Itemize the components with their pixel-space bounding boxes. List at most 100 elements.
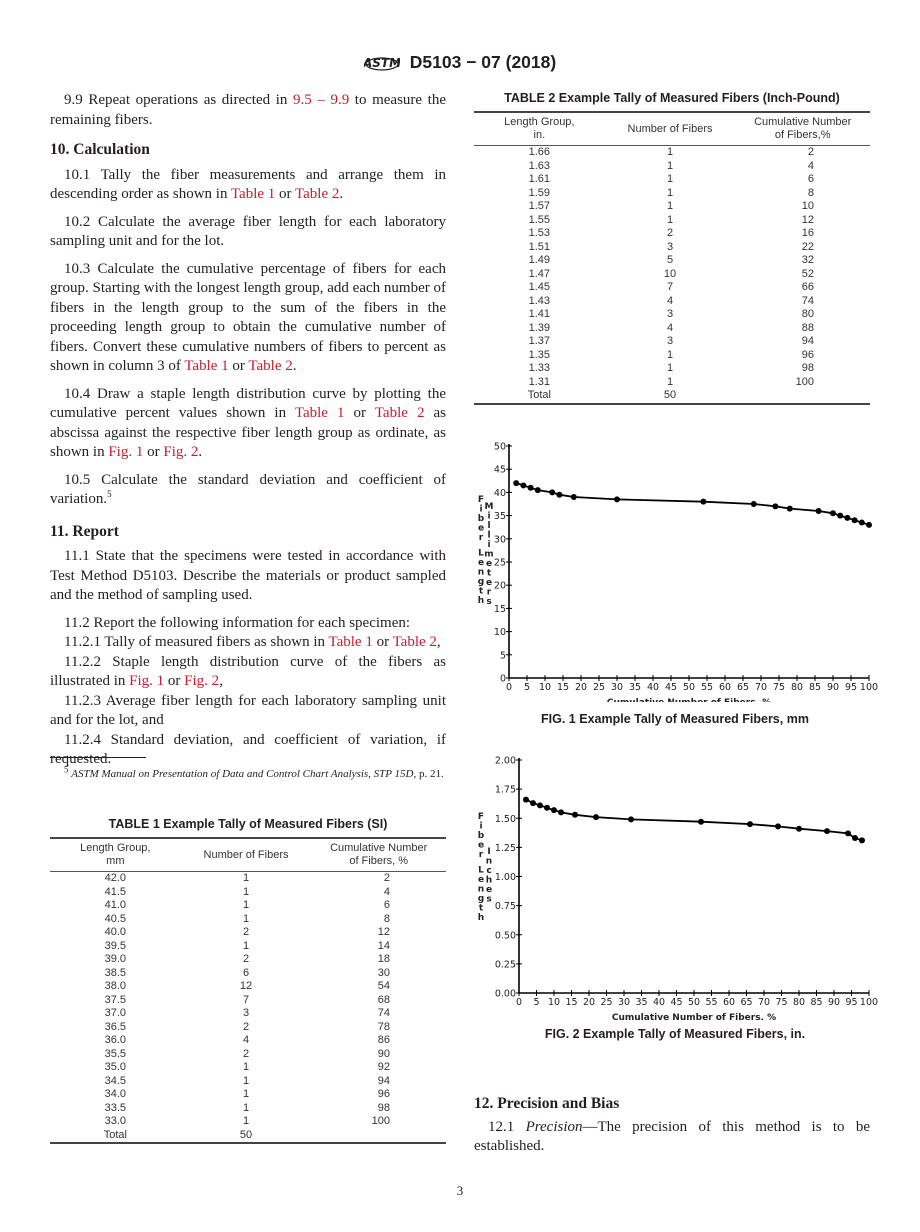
fig2-link[interactable]: Fig. 2 (163, 444, 198, 460)
data-point (523, 796, 529, 803)
paragraph-11-2-3: 11.2.3 Average fiber length for each lab… (50, 692, 446, 729)
length-group-cell: 36.5 (104, 1020, 127, 1033)
x-tick-label: 70 (758, 997, 770, 1008)
number-of-fibers-cell: 1 (242, 1061, 250, 1073)
table-row: 35.5 2 90 (50, 1048, 446, 1062)
number-of-fibers-cell: 2 (666, 227, 674, 239)
data-point (549, 489, 556, 496)
table2-link[interactable]: Table 2 (295, 186, 339, 202)
table2-link[interactable]: Table 2 (248, 358, 292, 374)
y-tick-label: 45 (494, 465, 506, 476)
x-tick-label: 40 (647, 682, 659, 693)
x-tick-label: 70 (755, 682, 767, 693)
cumulative-percent-cell: 98 (377, 1101, 390, 1114)
xref-link[interactable]: 9.5 – 9.9 (293, 92, 349, 108)
length-group-cell: 1.53 (528, 227, 551, 239)
x-tick-label: 20 (583, 997, 595, 1008)
table-row: Total 50 (474, 389, 870, 403)
table-row: 1.49 5 32 (474, 254, 870, 268)
table-row: 33.5 1 98 (50, 1102, 446, 1116)
section-12: 12. Precision and Bias 12.1 Precision—Th… (474, 1094, 870, 1157)
column-header: Cumulative Number of Fibers, % (311, 839, 446, 872)
x-tick-label: 40 (653, 997, 665, 1008)
page-header: ASTM D5103 − 07 (2018) (0, 48, 920, 76)
table-row: 1.31 1 100 (474, 376, 870, 390)
number-of-fibers-cell: 7 (666, 281, 674, 293)
y-axis-label-char: i (487, 512, 490, 522)
y-tick-label: 15 (494, 604, 506, 615)
length-group-cell: 38.0 (104, 980, 127, 992)
y-axis-label-char: e (478, 841, 484, 851)
length-group-cell: 1.59 (528, 186, 551, 199)
table-row: 38.0 12 54 (50, 980, 446, 994)
cumulative-percent-cell: 74 (377, 1007, 390, 1019)
table-row: 40.5 1 8 (50, 913, 446, 927)
cumulative-percent-cell: 96 (801, 348, 814, 361)
y-tick-label: 50 (494, 442, 506, 453)
cumulative-percent-cell: 86 (377, 1034, 390, 1046)
table-row: 1.43 4 74 (474, 295, 870, 309)
data-point (572, 811, 578, 818)
fig1-link[interactable]: Fig. 1 (129, 673, 164, 689)
table-row: 34.0 1 96 (50, 1088, 446, 1102)
paragraph-10-2: 10.2 Calculate the average fiber length … (50, 213, 446, 250)
y-axis-label-char: g (478, 577, 484, 587)
cumulative-percent-cell: 2 (383, 872, 390, 884)
data-point (534, 487, 541, 494)
table2-link[interactable]: Table 2 (393, 634, 437, 650)
table2-link[interactable]: Table 2 (375, 405, 425, 421)
paragraph-12-1: 12.1 Precision—The precision of this met… (474, 1118, 871, 1155)
y-axis-label-char: r (479, 850, 484, 860)
y-axis-label-char: L (478, 549, 484, 559)
footnote-divider (50, 757, 146, 758)
cumulative-percent-cell: 94 (377, 1074, 390, 1087)
y-axis-label-char: t (487, 569, 492, 579)
column-header: Length Group, in. (474, 113, 605, 146)
cumulative-percent-cell: 10 (801, 200, 814, 212)
y-axis-label-char: F (478, 812, 484, 822)
y-axis-label-char: L (478, 866, 484, 876)
paragraph-11-2-1: 11.2.1 Tally of measured fibers as shown… (64, 634, 441, 650)
table1-link[interactable]: Table 1 (328, 634, 372, 650)
number-of-fibers-cell: 3 (666, 240, 674, 253)
table-row: 1.35 1 96 (474, 349, 870, 363)
x-tick-label: 80 (791, 682, 803, 693)
table-row: 36.0 4 86 (50, 1034, 446, 1048)
table-row: 1.53 2 16 (474, 227, 870, 241)
table-row: 41.0 1 6 (50, 899, 446, 913)
table-row: 1.37 3 94 (474, 335, 870, 349)
x-tick-label: 0 (516, 997, 522, 1008)
table1-link[interactable]: Table 1 (231, 186, 275, 202)
fig2-link[interactable]: Fig. 2 (184, 673, 219, 689)
table1-link[interactable]: Table 1 (295, 405, 345, 421)
length-group-cell: 1.43 (528, 294, 551, 307)
fig1-link[interactable]: Fig. 1 (108, 444, 143, 460)
document-designation: D5103 − 07 (2018) (409, 51, 557, 72)
x-tick-label: 25 (600, 997, 612, 1008)
data-point (775, 823, 781, 830)
footnote-text: ASTM Manual on Presentation of Data and … (71, 768, 414, 780)
y-axis-label-char: h (486, 876, 492, 886)
length-group-cell: 1.41 (528, 308, 551, 320)
table1-link[interactable]: Table 1 (184, 358, 228, 374)
y-tick-label: 1.75 (495, 785, 516, 796)
figure-2-chart: 0.00 0.25 0.50 0.75 1.00 1.25 1.50 1.75 2.00 0 5 10… (478, 756, 878, 1021)
length-group-cell: 1.55 (528, 213, 551, 226)
length-group-cell: 40.5 (104, 912, 127, 925)
x-tick-label: 65 (737, 682, 749, 693)
y-tick-label: 40 (494, 488, 506, 499)
y-axis-label-char: s (486, 895, 491, 905)
number-of-fibers-cell: 1 (242, 939, 250, 952)
cumulative-percent-cell: 12 (801, 213, 814, 226)
number-of-fibers-cell: 50 (239, 1128, 253, 1141)
x-tick-label: 25 (593, 682, 605, 693)
cumulative-percent-cell: 78 (377, 1020, 390, 1033)
x-tick-label: 20 (575, 682, 587, 693)
length-group-cell: 37.0 (104, 1007, 127, 1019)
section-heading-calculation: 10. Calculation (50, 141, 150, 158)
length-group-cell: 1.35 (528, 348, 551, 361)
number-of-fibers-cell: 1 (666, 375, 674, 388)
x-tick-label: 65 (740, 997, 752, 1008)
y-axis-label-char: n (478, 568, 484, 578)
footnote-ref[interactable]: 5 (107, 489, 112, 499)
